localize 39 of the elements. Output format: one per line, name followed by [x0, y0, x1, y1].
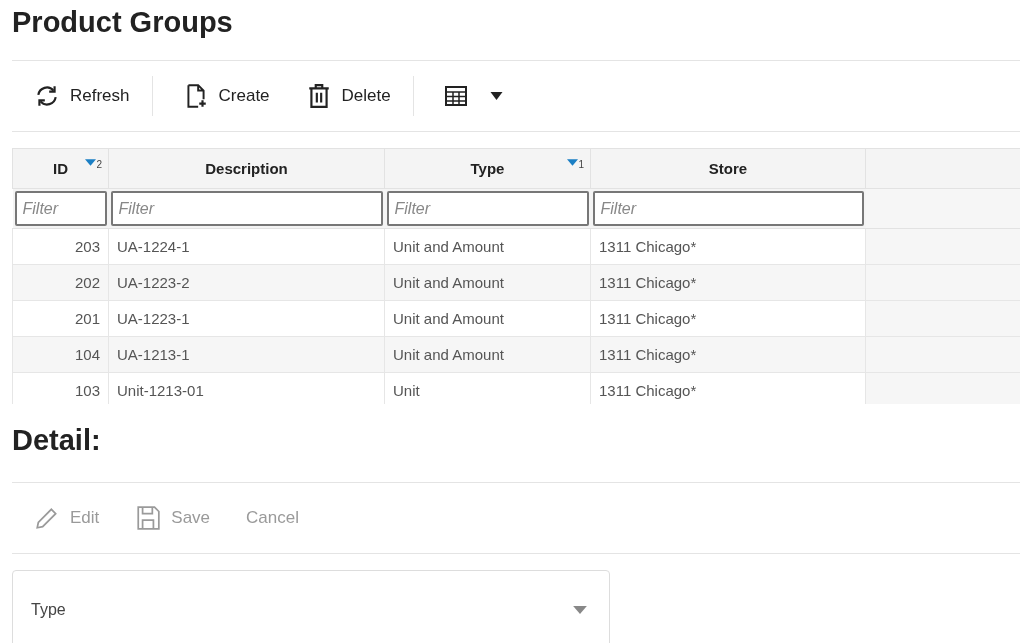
table-icon	[443, 84, 468, 108]
pencil-icon	[34, 505, 60, 531]
table-cell: 1311 Chicago*	[590, 228, 866, 265]
table-cell: Unit and Amount	[384, 336, 591, 373]
table-cell: 202	[12, 264, 109, 301]
table-cell: 104	[12, 336, 109, 373]
create-button[interactable]: Create	[174, 77, 278, 115]
column-header[interactable]: Store	[590, 148, 866, 189]
caret-icon	[489, 92, 503, 100]
table-cell: 1311 Chicago*	[590, 372, 866, 404]
table-cell: 103	[12, 372, 109, 404]
table-cell: 1311 Chicago*	[590, 300, 866, 337]
table-cell: UA-1223-1	[108, 300, 385, 337]
refresh-button[interactable]: Refresh	[26, 77, 138, 115]
table-cell: 1311 Chicago*	[590, 336, 866, 373]
delete-button[interactable]: Delete	[297, 77, 399, 115]
table-cell: Unit-1213-01	[108, 372, 385, 404]
column-header[interactable]: ID 2	[12, 148, 109, 189]
table-cell: UA-1224-1	[108, 228, 385, 265]
page-title: Product Groups	[12, 5, 234, 40]
table-cell: Unit and Amount	[384, 300, 591, 337]
filter-field[interactable]: Filter	[14, 191, 107, 226]
table-cell: 203	[12, 228, 109, 265]
column-header[interactable]: Description	[108, 148, 385, 189]
refresh-icon	[34, 83, 60, 109]
section-title: Detail:	[12, 423, 102, 458]
table-cell: Unit	[384, 372, 591, 404]
table-cell: 1311 Chicago*	[590, 264, 866, 301]
table-cell: UA-1223-2	[108, 264, 385, 301]
column-header[interactable]: Type 1	[384, 148, 591, 189]
table-cell: Unit and Amount	[384, 228, 591, 265]
table-cell: Unit and Amount	[384, 264, 591, 301]
filter-field[interactable]: Filter	[386, 191, 589, 226]
table-cell: UA-1213-1	[108, 336, 385, 373]
table-cell: 201	[12, 300, 109, 337]
filter-field[interactable]: Filter	[592, 191, 864, 226]
filter-field[interactable]: Filter	[110, 191, 383, 226]
type-select[interactable]: Type	[12, 570, 610, 643]
dropdown-caret-icon	[573, 606, 587, 614]
